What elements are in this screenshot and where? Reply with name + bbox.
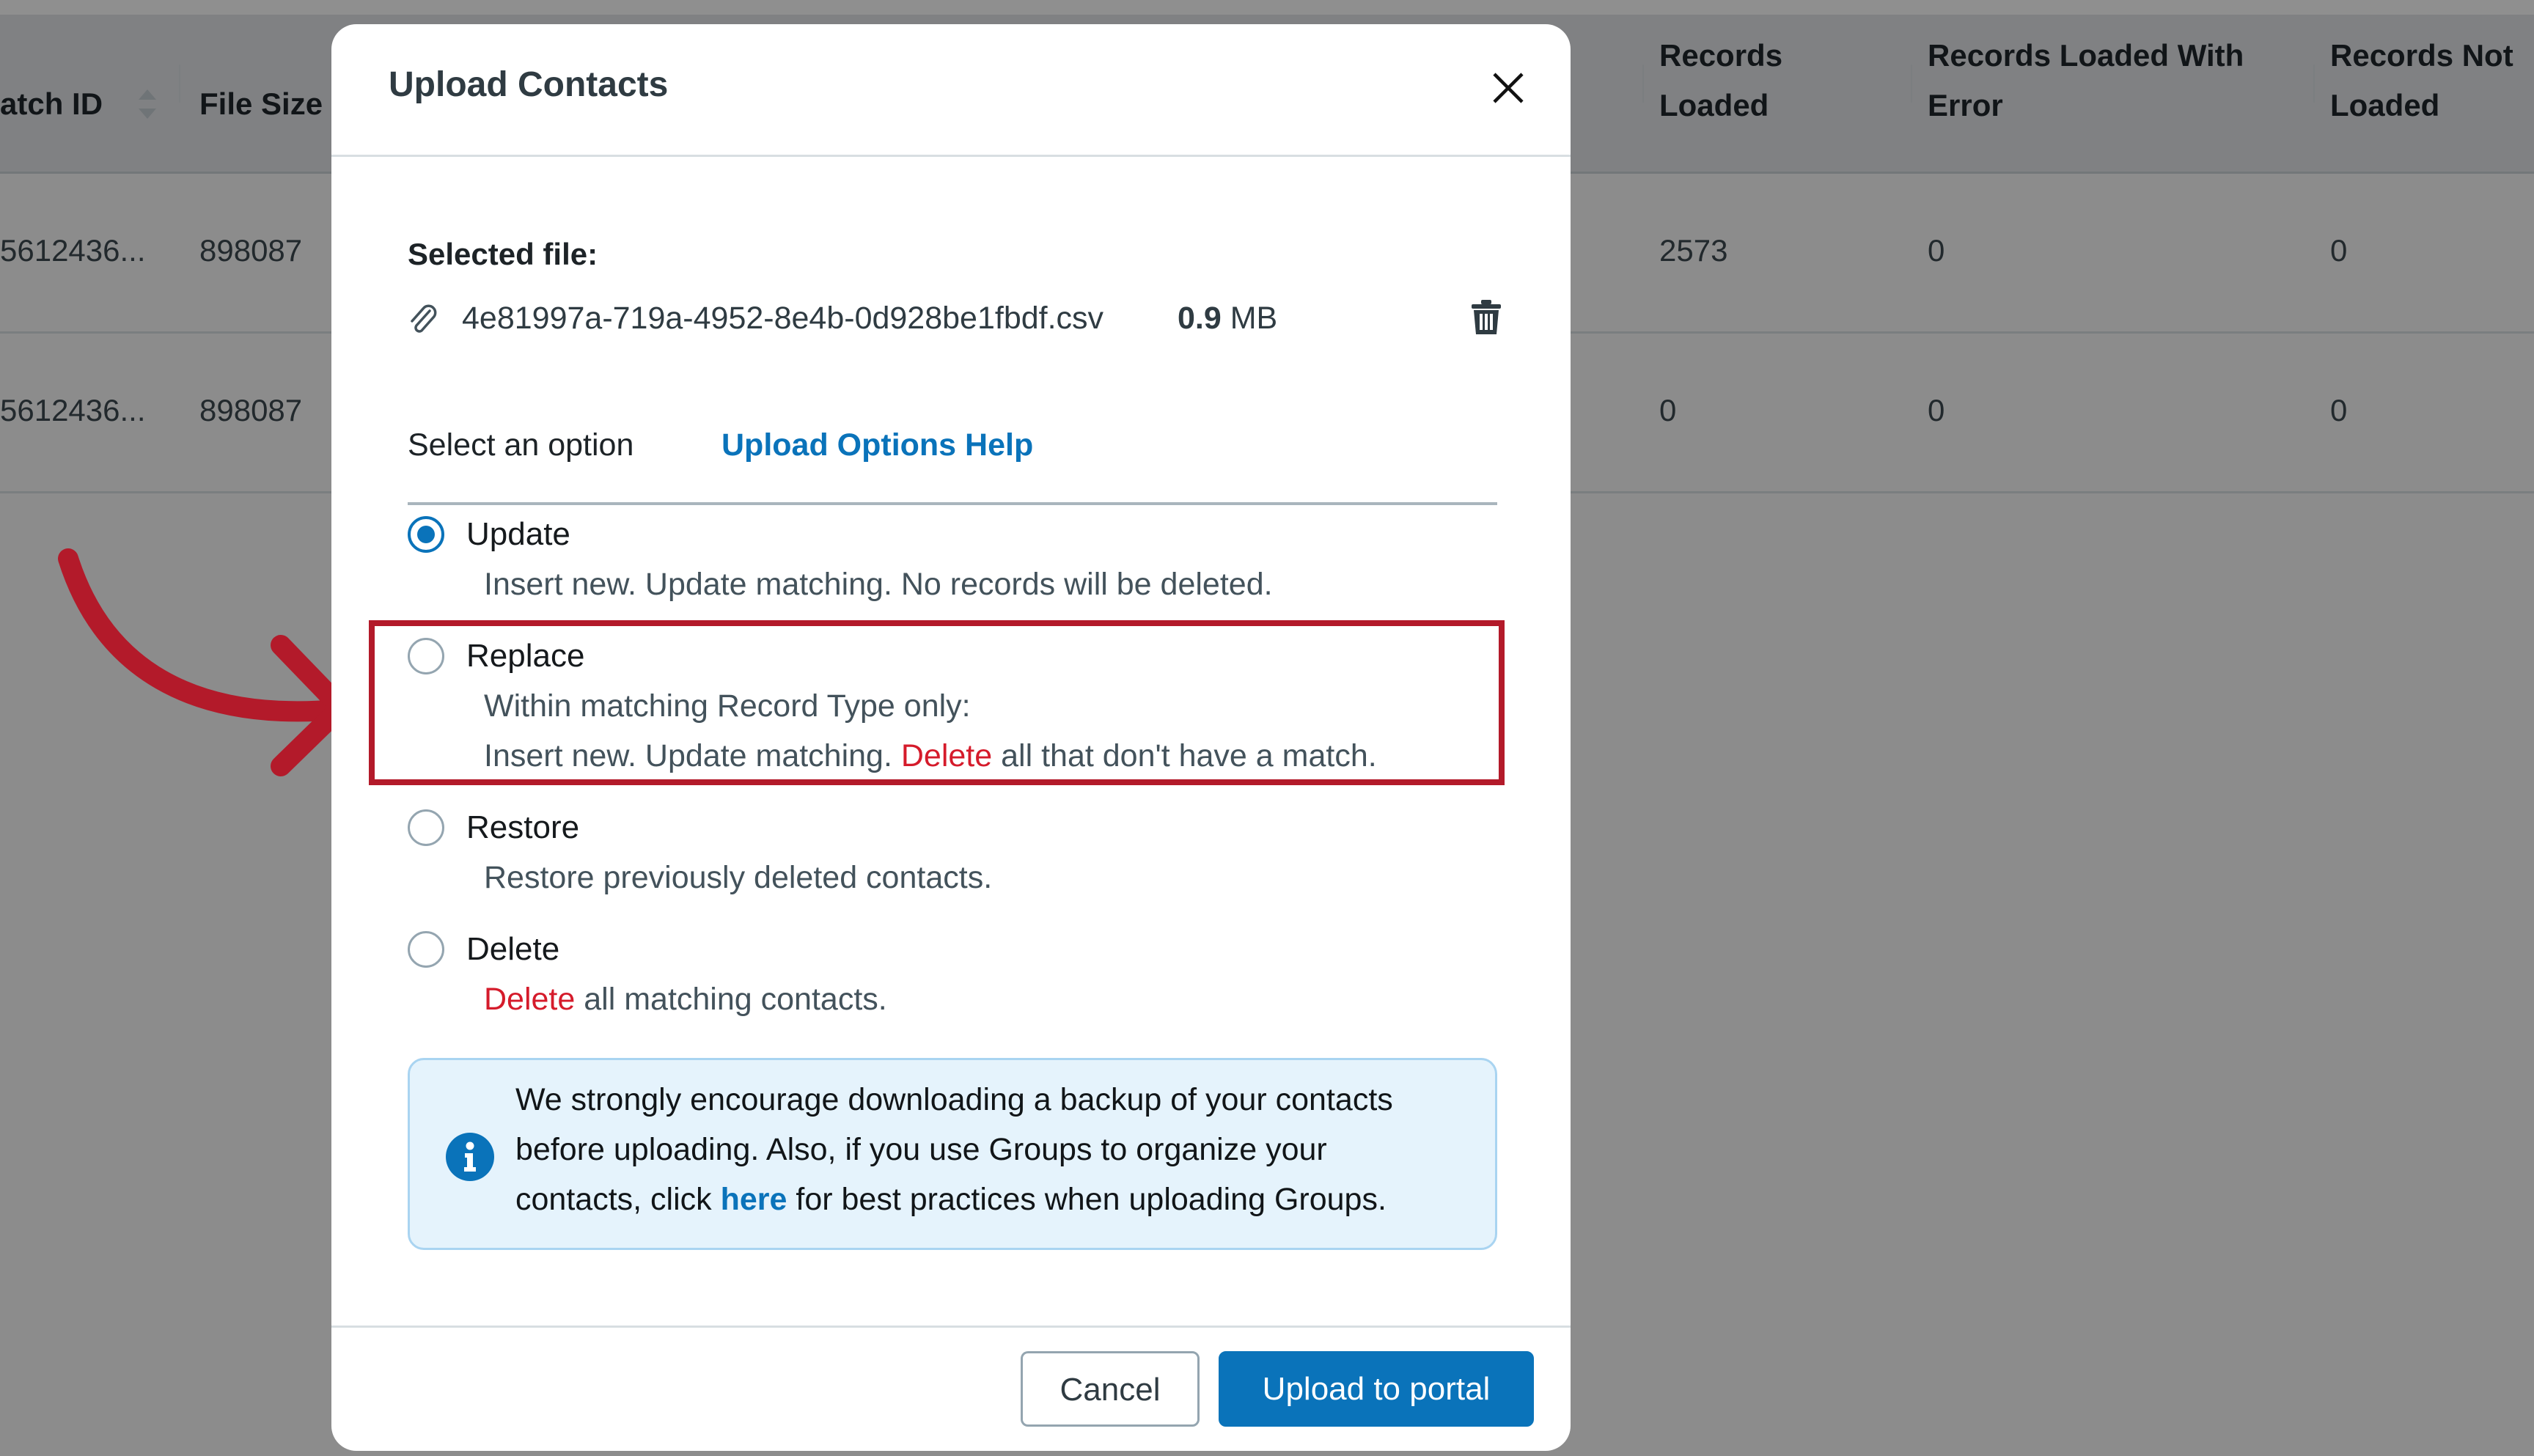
file-name: 4e81997a-719a-4952-8e4b-0d928be1fbdf.csv xyxy=(462,301,1104,336)
column-header-batch-id[interactable]: atch ID xyxy=(0,79,103,129)
info-text: We strongly encourage downloading a back… xyxy=(515,1082,1393,1217)
option-label[interactable]: Delete xyxy=(466,928,559,971)
upload-options-help-link[interactable]: Upload Options Help xyxy=(721,427,1033,463)
modal-title: Upload Contacts xyxy=(389,65,669,104)
info-icon xyxy=(446,1133,494,1181)
modal-footer: Cancel Upload to portal xyxy=(331,1326,1571,1451)
column-header-records-not-loaded[interactable]: Records Not Loaded xyxy=(2330,31,2513,130)
column-header-records-loaded-with-error[interactable]: Records Loaded With Error xyxy=(1928,31,2244,130)
best-practices-link[interactable]: here xyxy=(721,1182,787,1217)
selected-file-row: 4e81997a-719a-4952-8e4b-0d928be1fbdf.csv… xyxy=(408,298,1502,339)
column-divider xyxy=(1911,65,1912,103)
radio-delete[interactable] xyxy=(408,931,444,968)
radio-restore[interactable] xyxy=(408,809,444,846)
option-description: Delete all matching contacts. xyxy=(484,982,887,1017)
radio-update[interactable] xyxy=(408,516,444,553)
option-description: Restore previously deleted contacts. xyxy=(484,860,993,895)
column-header-records-loaded[interactable]: Records Loaded xyxy=(1659,31,1782,130)
cell-records-loaded: 0 xyxy=(1659,393,1677,427)
column-divider xyxy=(1642,65,1644,103)
option-description: Insert new. Update matching. No records … xyxy=(484,567,1273,602)
cell-file-size: 898087 xyxy=(199,233,303,268)
option-description: Within matching Record Type only: xyxy=(484,688,971,724)
option-label[interactable]: Restore xyxy=(466,806,579,849)
modal-header: Upload Contacts xyxy=(331,24,1571,157)
danger-text: Delete xyxy=(484,982,576,1017)
curved-arrow-icon xyxy=(58,548,351,776)
paperclip-icon xyxy=(411,304,437,333)
cell-file-size: 898087 xyxy=(199,393,303,427)
cell-loaded-with-error: 0 xyxy=(1928,233,1945,268)
page-top-strip xyxy=(0,0,2534,15)
column-divider xyxy=(2313,65,2315,103)
danger-text: Delete xyxy=(900,738,993,773)
info-banner: We strongly encourage downloading a back… xyxy=(408,1058,1497,1250)
column-header-file-size[interactable]: File Size xyxy=(199,79,323,129)
selected-file-label: Selected file: xyxy=(408,237,598,271)
cell-not-loaded: 0 xyxy=(2330,233,2348,268)
radio-replace[interactable] xyxy=(408,638,444,674)
select-option-label: Select an option xyxy=(408,427,634,463)
trash-icon[interactable] xyxy=(1471,299,1502,336)
cell-records-loaded: 2573 xyxy=(1659,233,1728,268)
close-icon xyxy=(1493,73,1524,103)
cell-batch-id: 5612436... xyxy=(0,393,146,427)
option-label[interactable]: Update xyxy=(466,513,570,556)
sort-icon[interactable] xyxy=(136,88,158,120)
column-divider xyxy=(179,65,180,103)
upload-to-portal-button[interactable]: Upload to portal xyxy=(1219,1351,1534,1427)
file-size: 0.9 MB xyxy=(1178,301,1278,336)
option-label[interactable]: Replace xyxy=(466,635,584,677)
cancel-button[interactable]: Cancel xyxy=(1021,1351,1200,1427)
cell-not-loaded: 0 xyxy=(2330,393,2348,427)
cell-batch-id: 5612436... xyxy=(0,233,146,268)
select-option-header: Select an option Upload Options Help xyxy=(408,405,1497,505)
option-description: Insert new. Update matching. Delete all … xyxy=(484,738,1377,773)
upload-contacts-modal: Upload Contacts Selected file: 4e81997a-… xyxy=(331,24,1571,1451)
cell-loaded-with-error: 0 xyxy=(1928,393,1945,427)
close-button[interactable] xyxy=(1491,71,1525,105)
